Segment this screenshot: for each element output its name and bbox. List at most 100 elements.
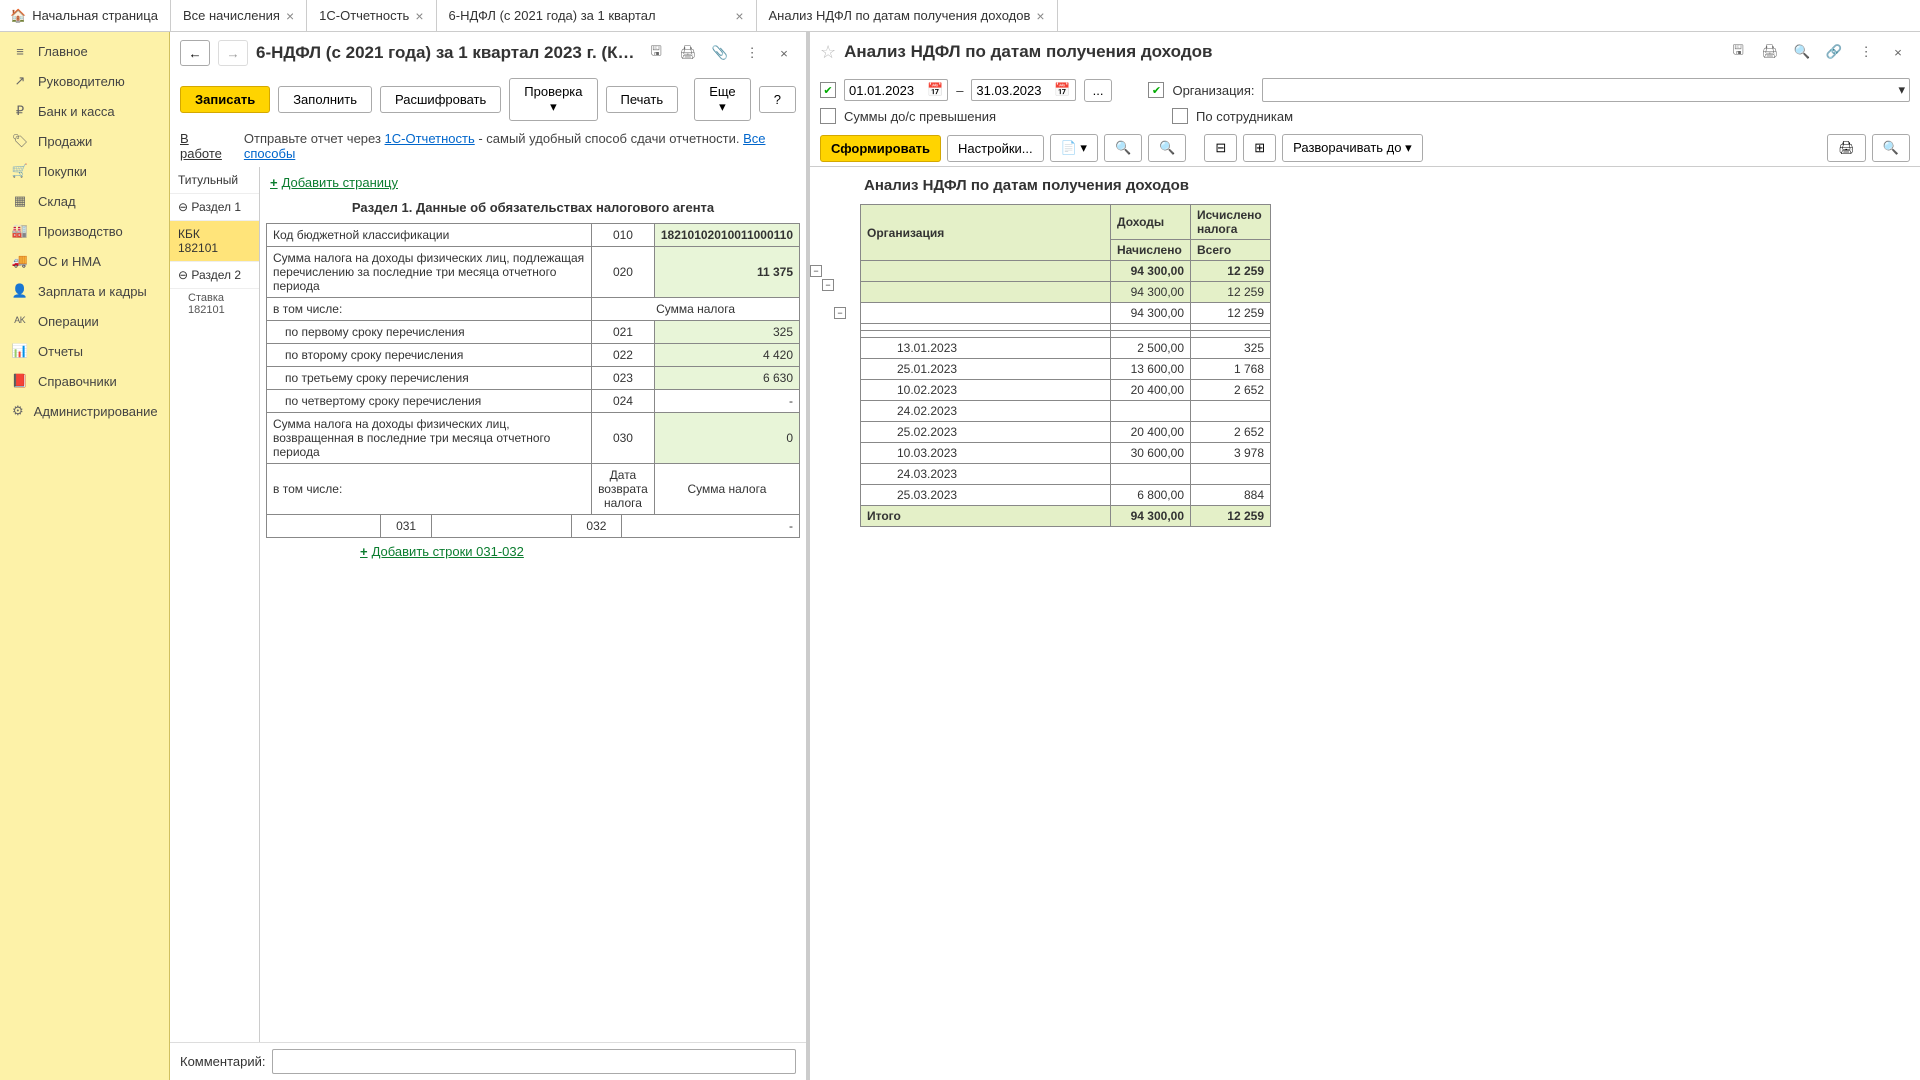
collapse-button[interactable]: ⊟ [1204,134,1237,162]
date-checkbox[interactable]: ✔ [820,82,836,98]
tabs-bar: 🏠 Начальная страница Все начисления × 1С… [0,0,1920,32]
sidebar-item-operations[interactable]: ᴬᴷОперации [0,306,169,336]
close-icon[interactable]: × [415,8,423,24]
r022-val[interactable]: 4 420 [654,344,799,367]
fill-button[interactable]: Заполнить [278,86,372,113]
close-icon[interactable]: × [286,8,294,24]
add-page-link[interactable]: Добавить страницу [266,173,402,192]
sidebar-item-refs[interactable]: 📕Справочники [0,366,169,396]
print-icon[interactable]: 🖨 [676,41,700,65]
org-checkbox[interactable]: ✔ [1148,82,1164,98]
r021-val[interactable]: 325 [654,321,799,344]
report-row[interactable]: 94 300,0012 259 [861,303,1271,324]
check-button[interactable]: Проверка ▾ [509,78,597,121]
save-icon[interactable]: 🖫 [644,41,668,65]
decode-button[interactable]: Расшифровать [380,86,501,113]
report-row[interactable]: 24.03.2023 [861,464,1271,485]
report-row[interactable] [861,331,1271,338]
r024-val[interactable]: - [654,390,799,413]
tab-6ndfl[interactable]: 6-НДФЛ (с 2021 года) за 1 квартал × [437,0,757,31]
report-row[interactable]: 94 300,0012 259 [861,261,1271,282]
status-box[interactable]: В работе [180,131,232,161]
sidebar-item-warehouse[interactable]: ▦Склад [0,186,169,216]
close-icon[interactable]: × [1036,8,1044,24]
save-icon[interactable]: 🖫 [1726,40,1750,64]
r020-val[interactable]: 11 375 [654,247,799,298]
tree-toggle[interactable]: − [810,265,822,277]
forward-button[interactable]: → [218,40,248,66]
report-row[interactable]: 25.02.202320 400,002 652 [861,422,1271,443]
tab-analysis[interactable]: Анализ НДФЛ по датам получения доходов × [757,0,1058,31]
sidebar-item-manager[interactable]: ↗Руководителю [0,66,169,96]
nav-title[interactable]: Титульный [170,167,259,194]
report-row[interactable]: 10.02.202320 400,002 652 [861,380,1271,401]
link-icon[interactable]: 🔗 [1822,40,1846,64]
back-button[interactable]: ← [180,40,210,66]
more-icon[interactable]: ⋮ [1854,40,1878,64]
print-report-button[interactable]: 🖨 [1827,134,1866,162]
nav-rate[interactable]: Ставка 182101 [170,289,259,319]
preview-icon[interactable]: 🔍 [1790,40,1814,64]
tab-home[interactable]: 🏠 Начальная страница [0,0,171,31]
sidebar-item-admin[interactable]: ⚙Администрирование [0,396,169,426]
calendar-icon[interactable]: 📅 [1054,82,1070,98]
find-button[interactable]: 🔍 [1104,134,1142,162]
expand-all-button[interactable]: ⊞ [1243,134,1276,162]
print-button[interactable]: Печать [606,86,679,113]
settings-button[interactable]: Настройки... [947,135,1044,162]
r023-val[interactable]: 6 630 [654,367,799,390]
write-button[interactable]: Записать [180,86,270,113]
excess-checkbox[interactable] [820,108,836,124]
expand-to-button[interactable]: Разворачивать до ▾ [1282,134,1422,162]
report-row[interactable]: 13.01.20232 500,00325 [861,338,1271,359]
r031-val[interactable] [431,515,571,538]
sidebar-item-production[interactable]: 🏭Производство [0,216,169,246]
calendar-icon[interactable]: 📅 [927,82,943,98]
r010-val[interactable]: 18210102010011000110 [654,224,799,247]
date-to-input[interactable]: 📅 [971,79,1075,101]
link-1c[interactable]: 1С-Отчетность [385,131,475,146]
close-icon[interactable]: × [735,8,743,24]
org-select[interactable]: ▾ [1262,78,1910,102]
report-row[interactable]: 10.03.202330 600,003 978 [861,443,1271,464]
nav-section1[interactable]: ⊖ Раздел 1 [170,194,259,221]
comment-input[interactable] [272,1049,797,1074]
add-rows-link[interactable]: Добавить строки 031-032 [356,542,528,561]
more-icon[interactable]: ⋮ [740,41,764,65]
close-panel-icon[interactable]: × [1886,40,1910,64]
nav-kbk[interactable]: КБК 182101 [170,221,259,262]
close-panel-icon[interactable]: × [772,41,796,65]
employee-checkbox[interactable] [1172,108,1188,124]
sidebar-item-main[interactable]: ≡Главное [0,36,169,66]
report-row[interactable]: 24.02.2023 [861,401,1271,422]
more-button[interactable]: Еще ▾ [694,78,751,121]
total-tax: 12 259 [1191,506,1271,527]
tree-toggle[interactable]: − [822,279,834,291]
date-from-input[interactable]: 📅 [844,79,948,101]
date-picker-button[interactable]: ... [1084,79,1113,102]
nav-section2[interactable]: ⊖ Раздел 2 [170,262,259,289]
tab-1c-report[interactable]: 1С-Отчетность × [307,0,436,31]
sidebar-item-purchases[interactable]: 🛒Покупки [0,156,169,186]
report-row[interactable]: 94 300,0012 259 [861,282,1271,303]
report-row[interactable]: 25.01.202313 600,001 768 [861,359,1271,380]
refind-button[interactable]: 🔍 [1148,134,1186,162]
attach-icon[interactable]: 📎 [708,41,732,65]
sidebar-item-bank[interactable]: ₽Банк и касса [0,96,169,126]
help-button[interactable]: ? [759,86,796,113]
r032-val[interactable]: - [622,515,800,538]
star-icon[interactable]: ☆ [820,42,836,63]
generate-button[interactable]: Сформировать [820,135,941,162]
tab-accruals[interactable]: Все начисления × [171,0,307,31]
sidebar-item-reports[interactable]: 📊Отчеты [0,336,169,366]
tree-toggle[interactable]: − [834,307,846,319]
sidebar-item-assets[interactable]: 🚚ОС и НМА [0,246,169,276]
report-row[interactable] [861,324,1271,331]
r030-val[interactable]: 0 [654,413,799,464]
variant-button[interactable]: 📄 ▾ [1050,134,1098,162]
print-icon[interactable]: 🖨 [1758,40,1782,64]
report-row[interactable]: 25.03.20236 800,00884 [861,485,1271,506]
sidebar-item-sales[interactable]: 🏷Продажи [0,126,169,156]
sidebar-item-salary[interactable]: 👤Зарплата и кадры [0,276,169,306]
preview-report-button[interactable]: 🔍 [1872,134,1910,162]
